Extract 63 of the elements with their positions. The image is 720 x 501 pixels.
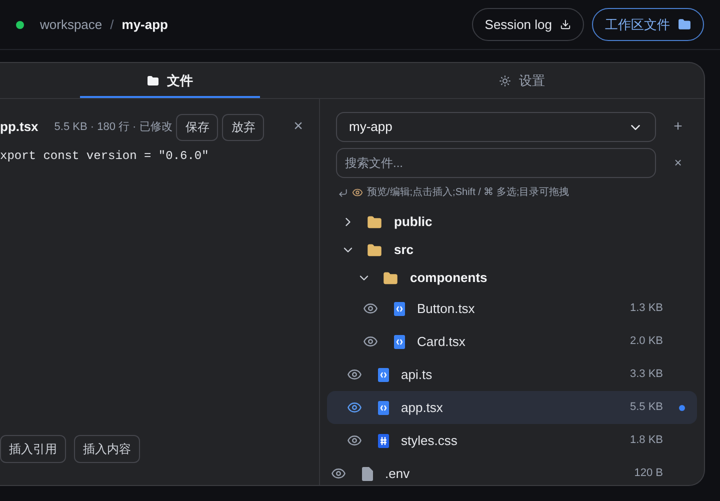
file-title: pp.tsx (0, 118, 38, 136)
file-size: 1.3 KB (630, 301, 663, 316)
breadcrumb-item: my-app (122, 16, 168, 34)
file-row[interactable]: .env 120 B (327, 457, 697, 485)
add-button[interactable]: + (668, 116, 688, 138)
file-row[interactable]: app.tsx 5.5 KB (327, 391, 697, 424)
file-size: 120 B (634, 466, 663, 482)
code-line: xport const version = "0.6.0" (0, 148, 210, 165)
eye-icon[interactable] (347, 433, 362, 448)
close-button[interactable]: × (294, 115, 303, 139)
folder-icon (383, 270, 398, 286)
hint-text: 预览/编辑;点击插入;Shift / ⌘ 多选;目录可拖拽 (367, 186, 570, 200)
clear-button[interactable]: × (668, 153, 688, 173)
project-select[interactable]: my-app (336, 112, 656, 142)
folder-icon (147, 74, 159, 86)
folder-icon (367, 214, 382, 230)
discard-button[interactable]: 放弃 (222, 114, 264, 140)
file-name: styles.css (401, 432, 458, 450)
return-icon (338, 188, 348, 198)
workspace-files-button[interactable]: 工作区文件 (592, 8, 704, 41)
breadcrumb-separator: / (110, 16, 114, 34)
file-name: app.tsx (401, 398, 443, 417)
file-size: 2.0 KB (630, 334, 663, 350)
folder-icon (678, 18, 691, 31)
folder-name[interactable]: src (394, 240, 414, 260)
folder-name[interactable]: components (410, 268, 488, 288)
breadcrumb-item[interactable]: workspace (40, 14, 102, 34)
code-file-icon (394, 334, 405, 348)
file-name: api.ts (401, 366, 432, 384)
file-name: .env (385, 464, 410, 483)
file-row[interactable]: styles.css 1.8 KB (327, 424, 697, 457)
insert-button[interactable]: 插入内容 (74, 435, 140, 463)
project-name: my-app (349, 118, 392, 136)
eye-icon (352, 187, 363, 198)
file-meta: 5.5 KB · 180 行 · 已修改 (54, 120, 172, 135)
search-field[interactable]: 搜索文件... (336, 148, 656, 178)
tab[interactable]: 文件 (0, 63, 340, 98)
eye-icon[interactable] (363, 301, 378, 316)
file-icon (362, 466, 373, 480)
code-file-icon (394, 302, 405, 316)
file-row[interactable]: api.ts 3.3 KB (327, 358, 697, 391)
file-row[interactable]: Card.tsx 2.0 KB (327, 325, 697, 358)
folder-icon (367, 242, 382, 258)
download-icon (560, 19, 571, 30)
file-size: 5.5 KB (630, 400, 663, 416)
file-row[interactable]: Button.tsx 1.3 KB (327, 292, 697, 325)
code-file-icon (378, 400, 389, 414)
tab[interactable]: 设置 (340, 63, 704, 98)
file-name: Button.tsx (417, 300, 475, 318)
folder-name[interactable]: public (394, 212, 432, 232)
file-size: 1.8 KB (630, 433, 663, 448)
eye-icon[interactable] (363, 334, 378, 349)
code-file-icon (378, 368, 389, 382)
save-button[interactable]: 保存 (176, 114, 218, 140)
hash-file-icon (378, 434, 389, 448)
session-log-button[interactable]: Session log (472, 8, 584, 41)
eye-icon[interactable] (331, 466, 346, 481)
eye-icon[interactable] (347, 400, 362, 415)
file-name: Card.tsx (417, 332, 466, 351)
eye-icon[interactable] (347, 367, 362, 382)
sun-icon (499, 74, 511, 86)
file-size: 3.3 KB (630, 367, 663, 382)
insert-button[interactable]: 插入引用 (0, 435, 66, 463)
